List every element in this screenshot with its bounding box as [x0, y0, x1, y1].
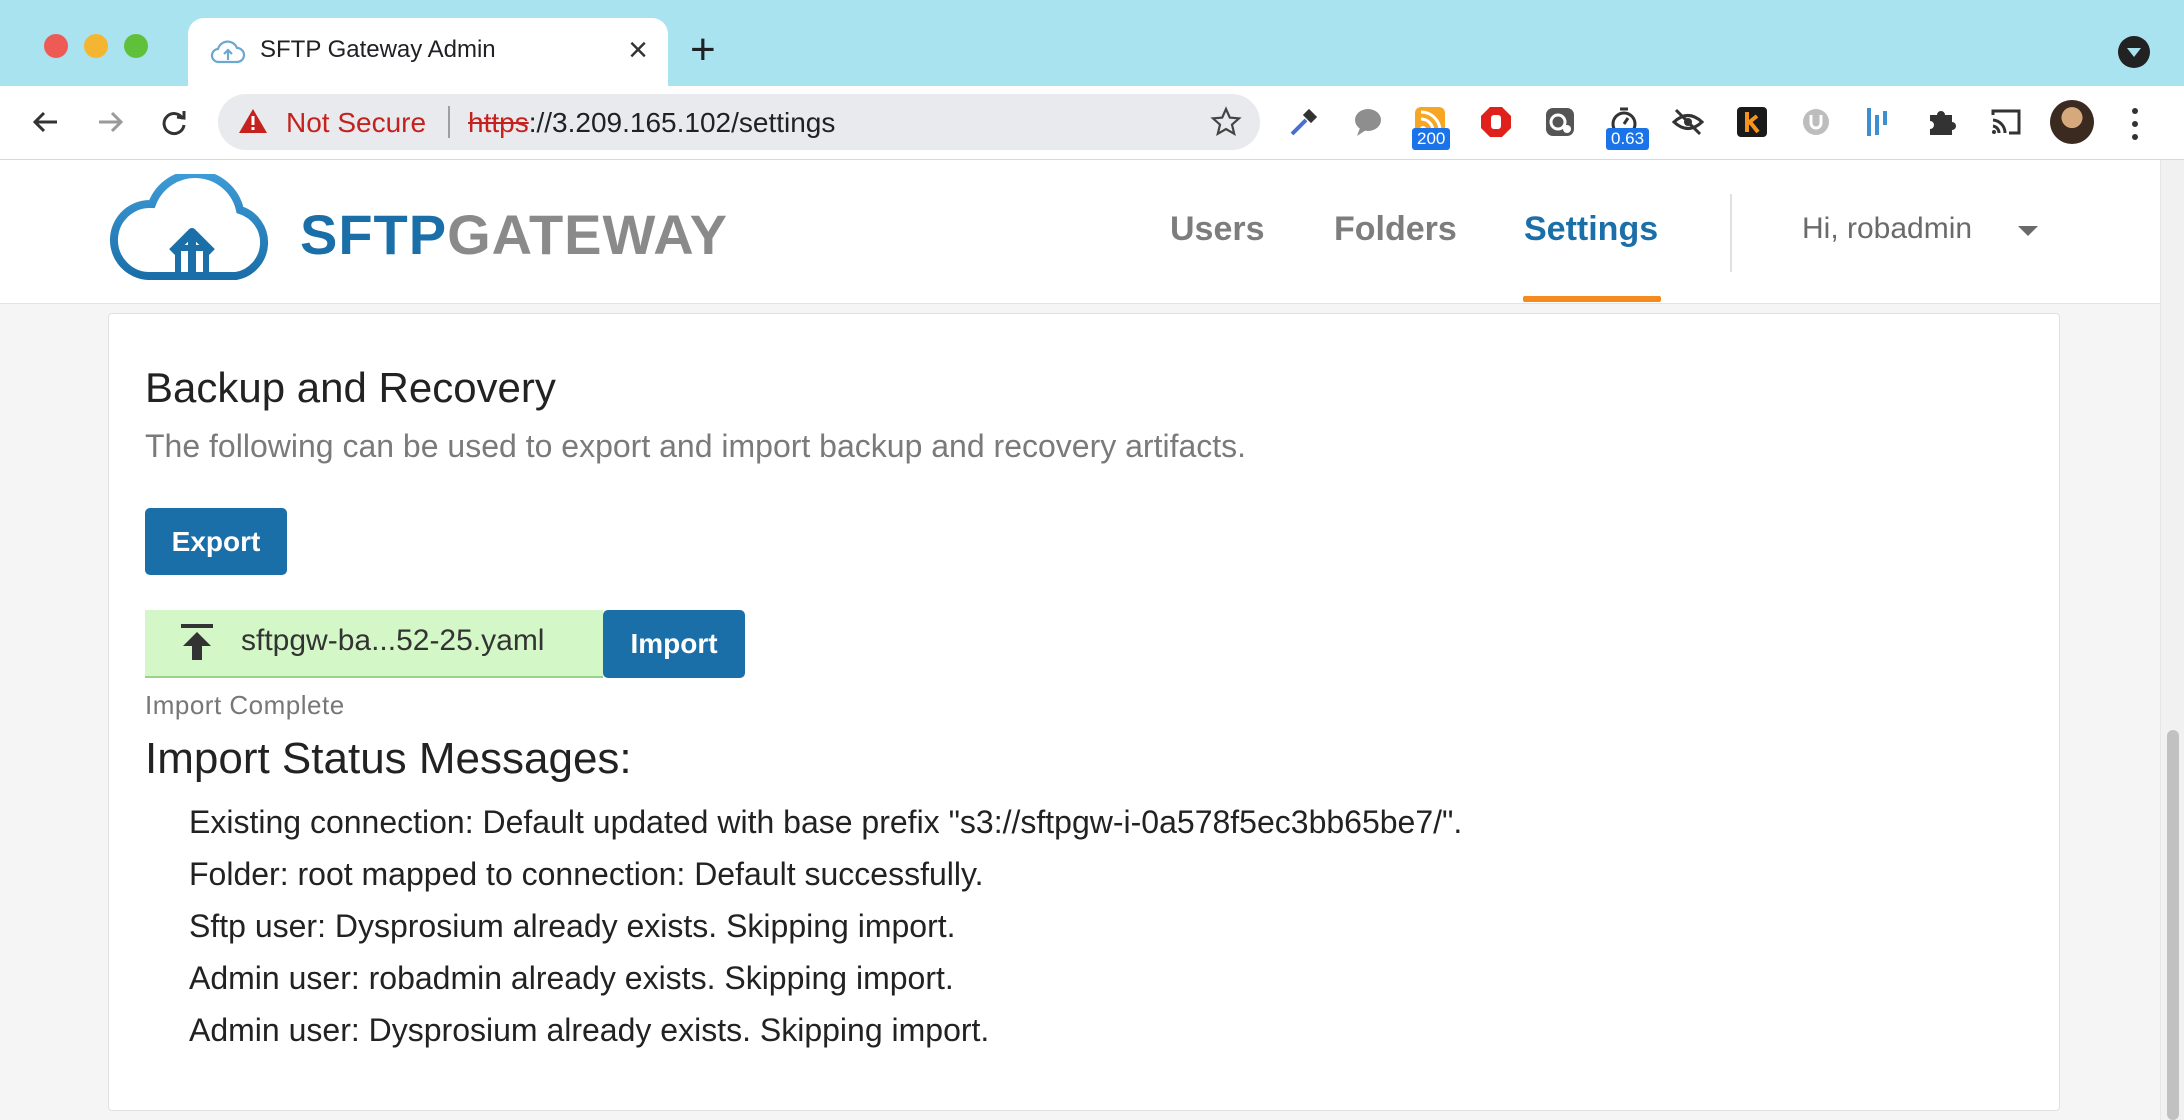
browser-tab-bar: SFTP Gateway Admin × +	[0, 0, 2184, 86]
warning-icon[interactable]	[238, 107, 268, 140]
forward-button[interactable]	[84, 96, 136, 148]
import-message: Existing connection: Default updated wit…	[189, 804, 1463, 840]
scrollbar-thumb[interactable]	[2167, 730, 2179, 1120]
u-icon[interactable]	[1796, 102, 1836, 142]
page-viewport: SFTPGATEWAY Users Folders Settings Hi, r…	[0, 160, 2184, 1120]
import-message: Folder: root mapped to connection: Defau…	[189, 856, 984, 892]
logo-part-gateway: GATEWAY	[447, 203, 728, 266]
backup-recovery-card: Backup and Recovery The following can be…	[108, 313, 2060, 1111]
page-scrollbar[interactable]	[2160, 160, 2184, 1120]
puzzle-icon[interactable]	[1922, 102, 1962, 142]
adblock-icon[interactable]	[1476, 102, 1516, 142]
cloud-upload-icon	[210, 38, 246, 66]
nav-folders[interactable]: Folders	[1334, 210, 1457, 249]
import-button[interactable]: Import	[603, 610, 745, 678]
file-picker[interactable]: sftpgw-ba...52-25.yaml	[145, 610, 603, 678]
address-bar[interactable]: Not Secure https://3.209.165.102/setting…	[218, 94, 1260, 150]
security-label[interactable]: Not Secure	[286, 107, 426, 139]
maximize-window-button[interactable]	[124, 34, 148, 58]
export-button[interactable]: Export	[145, 508, 287, 575]
nav-settings[interactable]: Settings	[1524, 210, 1658, 249]
caret-down-icon[interactable]	[2018, 226, 2038, 236]
cloud-upload-icon	[109, 170, 269, 280]
import-message: Admin user: Dysprosium already exists. S…	[189, 1012, 990, 1048]
timer-icon[interactable]: 0.63	[1604, 102, 1650, 150]
eyedropper-icon[interactable]	[1284, 102, 1324, 142]
sftp-gateway-logo[interactable]	[108, 170, 276, 291]
arrow-right-icon	[99, 111, 124, 133]
grammar-icon[interactable]	[1540, 102, 1580, 142]
active-nav-indicator	[1523, 296, 1661, 302]
import-messages-title: Import Status Messages:	[145, 734, 632, 783]
selected-file-name: sftpgw-ba...52-25.yaml	[241, 624, 545, 657]
cast-icon[interactable]	[1986, 102, 2026, 142]
import-status-text: Import Complete	[145, 690, 345, 720]
logo-part-sftp: SFTP	[300, 203, 448, 266]
back-button[interactable]	[20, 96, 72, 148]
import-messages-list: Existing connection: Default updated wit…	[189, 796, 1462, 1056]
section-description: The following can be used to export and …	[145, 428, 1247, 464]
arrow-left-icon	[32, 111, 57, 133]
user-menu[interactable]: Hi, robadmin	[1802, 212, 1972, 246]
url-text[interactable]: https://3.209.165.102/settings	[468, 107, 835, 139]
more-menu-icon[interactable]	[2122, 104, 2146, 144]
tab-title: SFTP Gateway Admin	[260, 36, 496, 63]
tab-search-icon[interactable]	[2118, 36, 2150, 68]
divider	[448, 106, 450, 138]
speech-bubble-icon[interactable]	[1348, 102, 1388, 142]
profile-avatar[interactable]	[2050, 100, 2094, 144]
new-tab-button[interactable]: +	[690, 26, 716, 74]
section-title: Backup and Recovery	[145, 364, 556, 411]
browser-tab-active[interactable]: SFTP Gateway Admin ×	[188, 18, 668, 86]
import-message: Admin user: robadmin already exists. Ski…	[189, 960, 954, 996]
browser-toolbar: Not Secure https://3.209.165.102/setting…	[0, 86, 2184, 160]
rss-badge: 200	[1412, 128, 1451, 150]
eye-slash-icon[interactable]	[1668, 102, 1708, 142]
import-message: Sftp user: Dysprosium already exists. Sk…	[189, 908, 956, 944]
close-icon[interactable]: ×	[628, 30, 648, 70]
app-header: SFTPGATEWAY Users Folders Settings Hi, r…	[0, 160, 2160, 304]
nav-divider	[1730, 194, 1732, 272]
rss-icon[interactable]: 200	[1410, 102, 1451, 150]
nav-users[interactable]: Users	[1170, 210, 1265, 249]
logo-wordmark: SFTPGATEWAY	[300, 202, 728, 267]
upload-icon	[179, 622, 215, 667]
url-path: ://3.209.165.102/settings	[528, 107, 836, 138]
url-scheme: https	[468, 107, 529, 138]
reload-icon	[162, 111, 186, 135]
timer-badge: 0.63	[1606, 128, 1650, 150]
bookmark-star-icon[interactable]	[1210, 106, 1242, 143]
close-window-button[interactable]	[44, 34, 68, 58]
minimize-window-button[interactable]	[84, 34, 108, 58]
k-icon[interactable]	[1732, 102, 1772, 142]
reload-button[interactable]	[148, 96, 200, 148]
bars-icon[interactable]	[1858, 102, 1898, 142]
